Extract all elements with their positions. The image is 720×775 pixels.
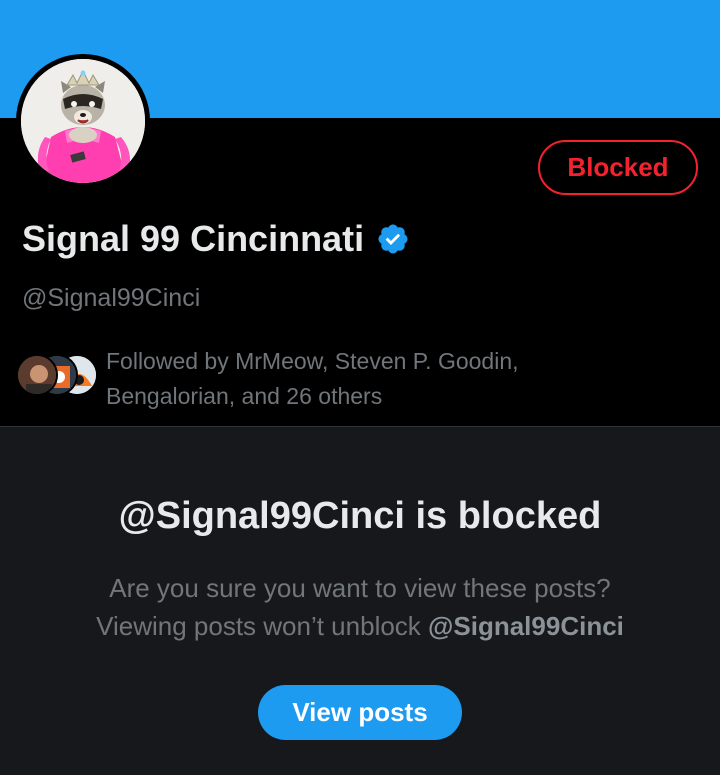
profile-avatar[interactable]: [16, 54, 150, 188]
avatar-image: [21, 59, 145, 183]
follower-facepile: [16, 354, 100, 400]
followed-by-line-2: Bengalorian, and 26 others: [106, 383, 383, 409]
profile-handle: @Signal99Cinci: [22, 284, 201, 312]
blocked-notice-line-1: Are you sure you want to view these post…: [109, 573, 611, 603]
profile-display-name: Signal 99 Cincinnati: [22, 218, 410, 260]
follower-avatar: [16, 354, 58, 396]
followed-by-text[interactable]: Followed by MrMeow, Steven P. Goodin, Be…: [106, 344, 606, 414]
verified-badge-icon[interactable]: [376, 222, 410, 256]
blocked-button[interactable]: Blocked: [538, 140, 698, 195]
followed-by-section[interactable]: Followed by MrMeow, Steven P. Goodin, Be…: [16, 344, 606, 414]
blocked-notice-title: @Signal99Cinci is blocked: [118, 495, 602, 537]
blocked-notice-description: Are you sure you want to view these post…: [0, 569, 720, 645]
blocked-notice-line-2-prefix: Viewing posts won’t unblock: [96, 611, 429, 641]
followed-by-line-1: Followed by MrMeow, Steven P. Goodin,: [106, 348, 519, 374]
blocked-notice-panel: @Signal99Cinci is blocked Are you sure y…: [0, 427, 720, 775]
display-name-text: Signal 99 Cincinnati: [22, 218, 365, 259]
blocked-notice-line-2: Viewing posts won’t unblock @Signal99Cin…: [0, 607, 720, 645]
raccoon-avatar-illustration: [21, 59, 145, 183]
view-posts-button[interactable]: View posts: [258, 685, 462, 740]
blocked-notice-handle: @Signal99Cinci: [428, 611, 624, 641]
